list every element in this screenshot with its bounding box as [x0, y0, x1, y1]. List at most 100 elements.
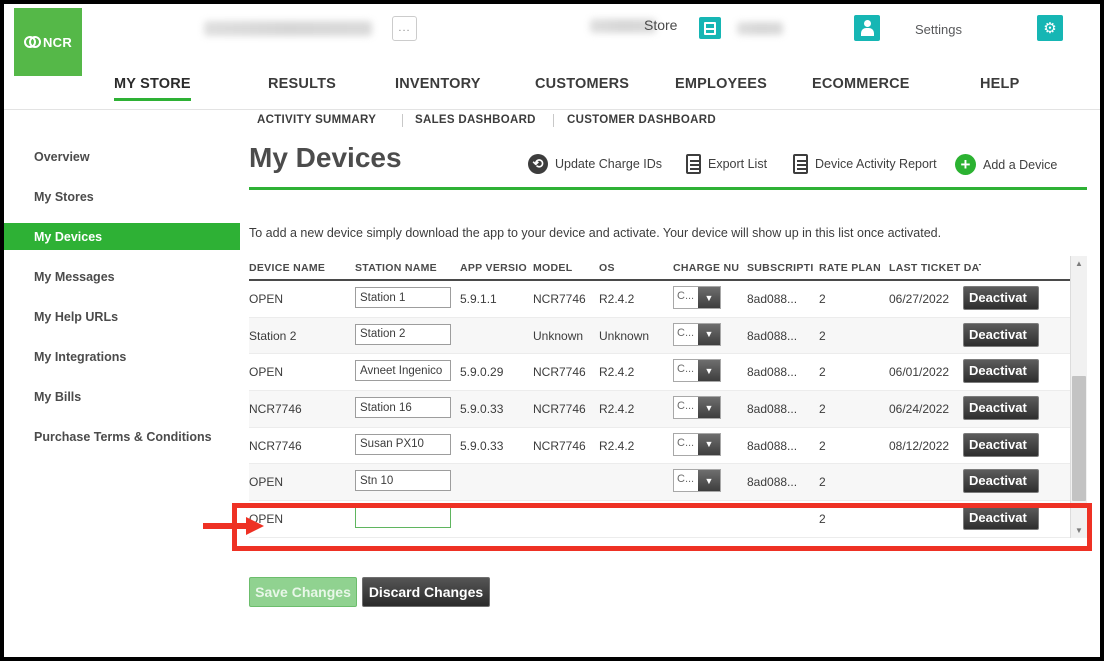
charge-number-dropdown[interactable]: C... ▼	[673, 396, 721, 420]
page-title-row: My Devices ⟲ Update Charge IDs Export Li…	[244, 138, 1100, 190]
charge-number-value: C...	[677, 436, 695, 449]
charge-number-dropdown[interactable]: C... ▼	[673, 322, 721, 346]
column-header[interactable]: SUBSCRIPTI	[747, 262, 815, 274]
cell-subscription: 8ad088...	[747, 438, 798, 453]
more-options-button[interactable]: ...	[392, 16, 417, 41]
subnav-item-sales-dashboard[interactable]: SALES DASHBOARD	[415, 114, 536, 126]
subnav-item-activity-summary[interactable]: ACTIVITY SUMMARY	[257, 114, 376, 126]
scroll-up-arrow-icon[interactable]: ▲	[1071, 256, 1087, 271]
save-changes-button[interactable]: Save Changes	[249, 577, 357, 607]
deactivate-button[interactable]: Deactivat	[963, 432, 1039, 457]
devices-table: DEVICE NAME STATION NAME APP VERSIO MODEL OS…	[249, 256, 1087, 538]
helper-text: To add a new device simply download the …	[249, 226, 942, 240]
store-icon[interactable]	[699, 17, 721, 39]
charge-number-dropdown[interactable]: C... ▼	[673, 469, 721, 493]
column-header[interactable]: CHARGE NU	[673, 262, 741, 274]
station-name-input[interactable]	[355, 360, 451, 382]
sidebar-item-purchase-terms-conditions[interactable]: Purchase Terms & Conditions	[4, 423, 244, 450]
scroll-down-arrow-icon[interactable]: ▼	[1071, 523, 1087, 538]
nav-item-help[interactable]: HELP	[980, 76, 1019, 98]
nav-item-inventory[interactable]: INVENTORY	[395, 76, 481, 98]
table-body: OPEN 5.9.1.1 NCR7746 R2.4.2 8ad088... 2 06/27/…	[249, 281, 1087, 538]
table-row: NCR7746 5.9.0.33 NCR7746 R2.4.2 8ad088... 2 08…	[249, 427, 1087, 465]
cell-os: R2.4.2	[599, 292, 635, 306]
device-activity-report-button[interactable]: Device Activity Report	[793, 154, 937, 174]
deactivate-button[interactable]: Deactivat	[963, 396, 1039, 421]
sidebar: Overview My Stores My Devices My Messages My…	[4, 138, 244, 450]
update-charge-ids-button[interactable]: ⟲ Update Charge IDs	[528, 154, 662, 174]
cell-rate-plan: 2	[819, 292, 826, 306]
station-name-input[interactable]	[355, 433, 451, 455]
charge-number-dropdown[interactable]: C... ▼	[673, 286, 721, 309]
column-header[interactable]: STATION NAME	[355, 262, 455, 274]
charge-number-dropdown[interactable]: C... ▼	[673, 359, 721, 383]
cell-app-version: 5.9.1.1	[460, 292, 497, 306]
action-label: Update Charge IDs	[555, 157, 663, 171]
sidebar-item-my-stores[interactable]: My Stores	[4, 183, 244, 210]
settings-label[interactable]: Settings	[915, 22, 962, 37]
cell-last-ticket-date: 08/12/2022	[889, 438, 950, 453]
station-name-input[interactable]	[355, 507, 451, 529]
deactivate-button[interactable]: Deactivat	[963, 322, 1039, 347]
column-header[interactable]: APP VERSIO	[460, 262, 528, 274]
station-name-input[interactable]	[355, 323, 451, 345]
station-name-input[interactable]	[355, 287, 451, 308]
subnav-item-customer-dashboard[interactable]: CUSTOMER DASHBOARD	[567, 114, 716, 126]
column-header[interactable]: RATE PLAN	[819, 262, 883, 274]
charge-number-value: C...	[677, 400, 695, 413]
nav-item-results[interactable]: RESULTS	[268, 76, 336, 98]
deactivate-button[interactable]: Deactivat	[963, 286, 1039, 310]
table-vertical-scrollbar[interactable]: ▲ ▼	[1070, 256, 1087, 538]
deactivate-button[interactable]: Deactivat	[963, 506, 1039, 531]
sidebar-item-my-bills[interactable]: My Bills	[4, 383, 244, 410]
sidebar-item-my-help-urls[interactable]: My Help URLs	[4, 303, 244, 330]
sidebar-item-my-messages[interactable]: My Messages	[4, 263, 244, 290]
column-header[interactable]: DEVICE NAME	[249, 262, 349, 274]
cell-subscription: 8ad088...	[747, 475, 798, 490]
main-navigation: MY STORE RESULTS INVENTORY CUSTOMERS EMPLOYE…	[4, 76, 1100, 110]
sidebar-item-my-integrations[interactable]: My Integrations	[4, 343, 244, 370]
page-title: My Devices	[249, 142, 402, 173]
deactivate-button[interactable]: Deactivat	[963, 359, 1039, 384]
cell-rate-plan: 2	[819, 402, 826, 417]
column-header[interactable]: LAST TICKET DAT	[889, 262, 981, 274]
ncr-logo[interactable]: NCR	[14, 8, 82, 76]
chevron-down-icon: ▼	[698, 433, 720, 455]
column-header[interactable]: MODEL	[533, 262, 593, 274]
redacted-user-name	[737, 22, 783, 35]
chevron-down-icon: ▼	[698, 323, 720, 345]
add-a-device-button[interactable]: + Add a Device	[955, 154, 1057, 175]
table-header-row: DEVICE NAME STATION NAME APP VERSIO MODEL OS…	[249, 256, 1087, 281]
action-label: Add a Device	[983, 157, 1058, 172]
deactivate-button[interactable]: Deactivat	[963, 469, 1039, 494]
document-list-icon	[686, 154, 701, 174]
sidebar-item-my-devices[interactable]: My Devices	[4, 223, 240, 250]
station-name-input[interactable]	[355, 470, 451, 492]
action-label: Export List	[708, 157, 768, 171]
user-account-icon[interactable]	[854, 15, 880, 41]
refresh-circle-icon: ⟲	[528, 154, 548, 174]
nav-item-my-store[interactable]: MY STORE	[114, 76, 191, 101]
chevron-down-icon: ▼	[698, 360, 720, 382]
gear-icon[interactable]: ⚙	[1037, 15, 1063, 41]
title-divider	[249, 187, 1087, 190]
nav-item-customers[interactable]: CUSTOMERS	[535, 76, 629, 98]
charge-number-dropdown[interactable]: C... ▼	[673, 432, 721, 456]
station-name-input[interactable]	[355, 397, 451, 419]
column-header[interactable]: OS	[599, 262, 659, 274]
nav-item-ecommerce[interactable]: ECOMMERCE	[812, 76, 910, 98]
nav-item-employees[interactable]: EMPLOYEES	[675, 76, 767, 98]
discard-changes-button[interactable]: Discard Changes	[362, 577, 490, 607]
charge-number-value: C...	[677, 473, 695, 486]
form-actions: Save Changes Discard Changes	[249, 577, 490, 607]
cell-app-version: 5.9.0.33	[460, 402, 504, 417]
cell-model: NCR7746	[533, 365, 586, 380]
cell-os: R2.4.2	[599, 402, 635, 417]
charge-number-value: C...	[677, 326, 695, 339]
sidebar-item-overview[interactable]: Overview	[4, 143, 244, 170]
cell-model: Unknown	[533, 328, 584, 343]
document-list-icon	[793, 154, 808, 174]
scrollbar-thumb[interactable]	[1072, 376, 1086, 501]
export-list-button[interactable]: Export List	[686, 154, 767, 174]
cell-subscription: 8ad088...	[747, 328, 798, 343]
